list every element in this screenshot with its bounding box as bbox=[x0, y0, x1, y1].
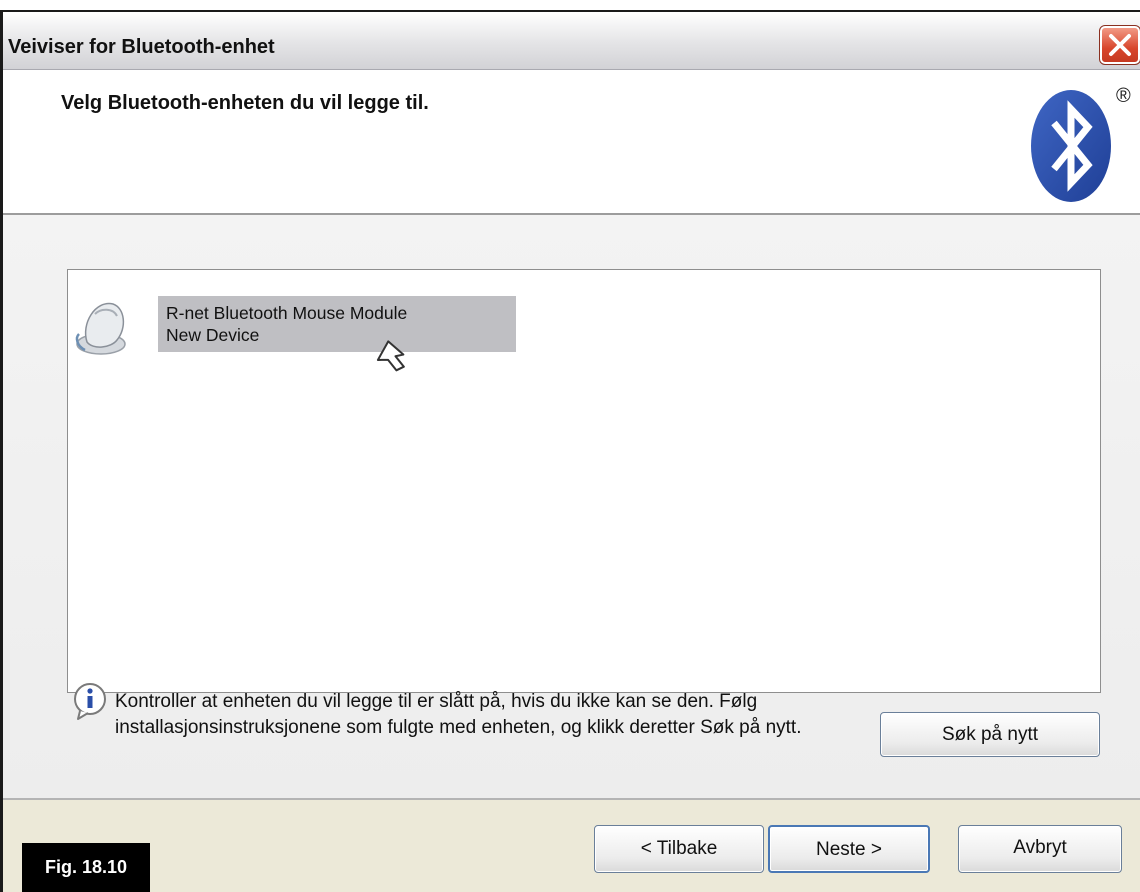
search-again-button[interactable]: Søk på nytt bbox=[880, 712, 1100, 757]
list-item-device[interactable]: R-net Bluetooth Mouse Module New Device bbox=[73, 294, 533, 356]
figure-label: Fig. 18.10 bbox=[22, 843, 150, 892]
wizard-header: Velg Bluetooth-enheten du vil legge til.… bbox=[3, 70, 1140, 215]
info-text: Kontroller at enheten du vil legge til e… bbox=[115, 691, 802, 738]
window-title: Veiviser for Bluetooth-enhet bbox=[8, 36, 275, 58]
device-list[interactable]: R-net Bluetooth Mouse Module New Device bbox=[67, 269, 1101, 693]
wizard-body: R-net Bluetooth Mouse Module New Device … bbox=[3, 215, 1140, 798]
info-icon bbox=[74, 683, 106, 720]
device-status: New Device bbox=[166, 325, 260, 345]
bluetooth-logo-icon bbox=[1031, 90, 1111, 202]
mouse-device-icon bbox=[75, 302, 126, 355]
pointer-arrow-icon bbox=[376, 340, 405, 372]
close-icon bbox=[1109, 34, 1131, 56]
back-button[interactable]: < Tilbake bbox=[594, 825, 764, 873]
mouse-pointer-icon bbox=[308, 240, 368, 306]
registered-mark: ® bbox=[1116, 85, 1131, 107]
cancel-button[interactable]: Avbryt bbox=[958, 825, 1122, 873]
footer-divider bbox=[3, 798, 1140, 800]
close-button[interactable] bbox=[1099, 25, 1140, 65]
wizard-window: Veiviser for Bluetooth-enhet Velg Blueto… bbox=[0, 10, 1140, 892]
next-button[interactable]: Neste > bbox=[768, 825, 930, 873]
title-bar[interactable]: Veiviser for Bluetooth-enhet bbox=[3, 12, 1140, 70]
page-title: Velg Bluetooth-enheten du vil legge til. bbox=[61, 92, 429, 114]
